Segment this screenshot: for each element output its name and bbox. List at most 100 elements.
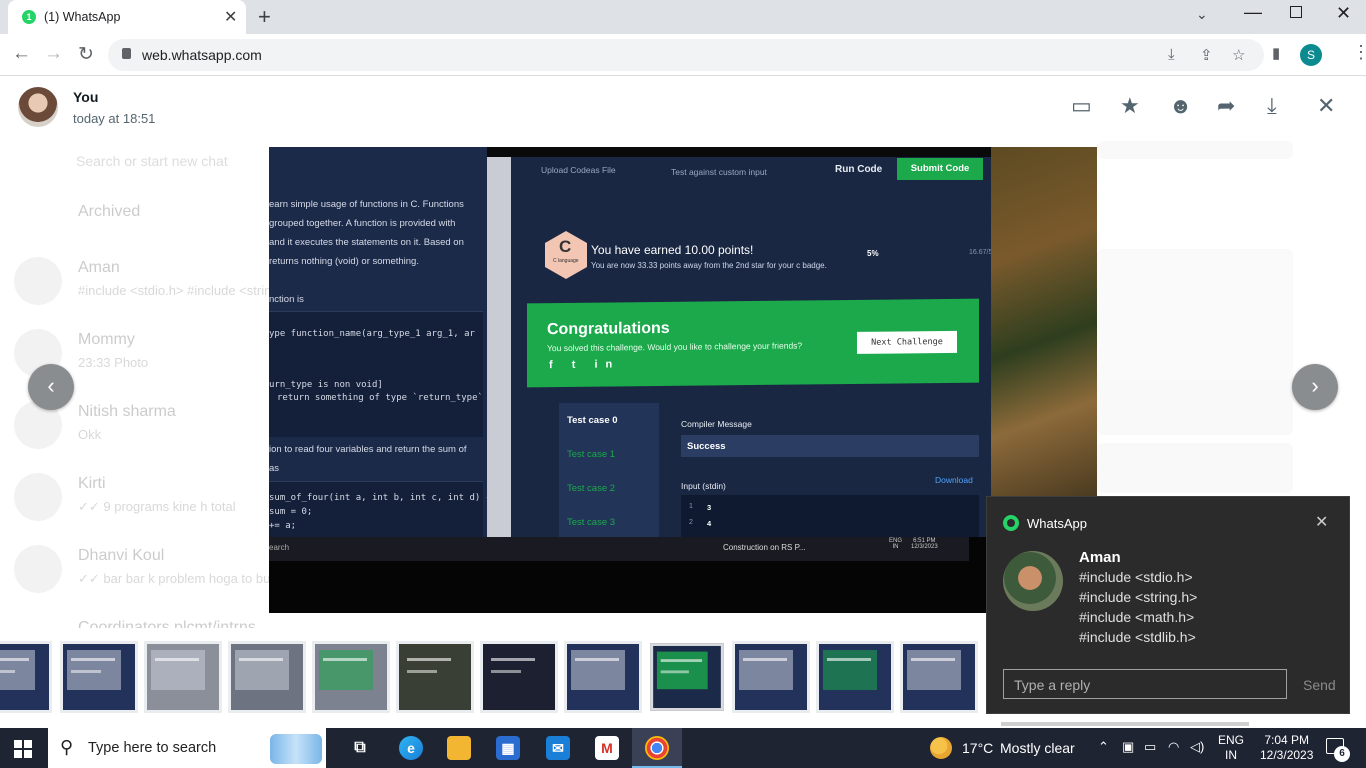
avatar (14, 257, 62, 305)
toast-message-line: #include <math.h> (1079, 609, 1195, 625)
taskbar-search-box[interactable]: ⚲ Type here to search (48, 728, 326, 768)
search-highlight-image[interactable] (270, 734, 322, 764)
photo-testcase: Test case 2 (567, 483, 616, 494)
photo-code: ype function_name(arg_type_1 arg_1, ar (269, 329, 475, 339)
sender-avatar[interactable] (18, 87, 58, 127)
back-arrow-icon[interactable]: ← (12, 43, 31, 65)
media-thumbnail[interactable] (732, 641, 810, 713)
media-thumbnail[interactable] (228, 641, 306, 713)
task-view-icon[interactable]: ⧉ (348, 736, 372, 760)
photo-text: and it executes the statements on it. Ba… (269, 237, 464, 248)
close-icon[interactable]: ✕ (1317, 93, 1335, 119)
photo-code: sum = 0; (269, 507, 313, 517)
previous-media-button[interactable]: ‹ (28, 364, 74, 410)
toast-reply-placeholder: Type a reply (1014, 677, 1091, 693)
forward-icon[interactable]: ➦ (1217, 93, 1235, 119)
photo-congrats-sub: You solved this challenge. Would you lik… (547, 340, 803, 354)
gmail-icon[interactable]: M (595, 736, 619, 760)
chat-name: Dhanvi Koul (78, 547, 165, 564)
avatar (14, 545, 62, 593)
media-thumbnail[interactable] (480, 641, 558, 713)
photo-run-code: Run Code (835, 164, 883, 175)
photo-text: returns nothing (void) or something. (269, 256, 419, 267)
chrome-icon[interactable] (645, 736, 669, 760)
photo-percent: 5% (867, 249, 879, 258)
language-indicator[interactable]: ENG IN (1218, 733, 1244, 763)
photo-success-box: Success (681, 435, 979, 457)
new-tab-button[interactable]: + (258, 4, 271, 30)
bookmark-star-icon[interactable]: ☆ (1232, 46, 1245, 64)
tray-chevron-up-icon[interactable]: ⌃ (1098, 739, 1109, 755)
media-thumbnail[interactable] (60, 641, 138, 713)
toast-scrollbar[interactable] (1001, 722, 1249, 726)
photo-testcase: Test case 0 (567, 415, 618, 426)
toast-reply-input[interactable]: Type a reply (1003, 669, 1287, 699)
tray-device-icon[interactable]: ▣ (1122, 739, 1134, 755)
media-thumbnail[interactable] (396, 641, 474, 713)
photo-scrollbar (487, 157, 511, 537)
media-viewer-header: You today at 18:51 ▭ ★ ☻ ➦ ⤓ ✕ (0, 77, 1366, 137)
photo-submit-code: Submit Code (897, 158, 983, 180)
url-text[interactable]: web.whatsapp.com (142, 47, 262, 63)
address-bar[interactable]: web.whatsapp.com ⤓ ⇪ ☆ (108, 39, 1264, 71)
window-minimize-button[interactable]: — (1244, 2, 1262, 23)
photo-taskbar-news: Construction on RS P... (723, 543, 806, 552)
volume-icon[interactable]: ◁) (1190, 739, 1204, 755)
media-thumbnail[interactable] (816, 641, 894, 713)
weather-temperature[interactable]: 17°C (962, 740, 993, 756)
photo-input-value: 4 (707, 519, 712, 528)
tab-search-chevron-icon[interactable]: ⌄ (1196, 6, 1208, 23)
reload-icon[interactable]: ↻ (78, 43, 94, 66)
chat-name: Nitish sharma (78, 403, 176, 420)
browser-menu-icon[interactable]: ⋮ (1352, 42, 1366, 63)
toast-sender-avatar (1003, 551, 1063, 611)
whatsapp-toast-notification[interactable]: WhatsApp ✕ Aman #include <stdio.h> #incl… (986, 496, 1350, 714)
window-restore-button[interactable] (1290, 6, 1302, 18)
toast-send-button[interactable]: Send (1303, 677, 1336, 693)
battery-icon[interactable]: ▭ (1144, 739, 1156, 755)
profile-avatar[interactable]: S (1300, 44, 1322, 66)
toast-message-line: #include <stdlib.h> (1079, 629, 1196, 645)
media-thumbnail[interactable] (900, 641, 978, 713)
wifi-icon[interactable]: ◠ (1168, 739, 1179, 755)
emoji-icon[interactable]: ☻ (1169, 93, 1192, 119)
next-media-button[interactable]: › (1292, 364, 1338, 410)
star-icon[interactable]: ★ (1120, 93, 1140, 119)
media-thumbnail[interactable] (312, 641, 390, 713)
install-app-icon[interactable]: ⤓ (1168, 46, 1175, 63)
lock-icon[interactable] (122, 48, 131, 59)
media-thumbnail[interactable] (0, 641, 52, 713)
media-thumbnail-selected[interactable] (650, 643, 724, 711)
microsoft-store-icon[interactable]: ▦ (496, 736, 520, 760)
photo-code: += a; (269, 521, 297, 531)
side-panel-icon[interactable]: ▮ (1272, 44, 1280, 62)
language-region: IN (1225, 748, 1237, 762)
mail-icon[interactable]: ✉ (546, 736, 570, 760)
photo-windows-taskbar: earch Construction on RS P... ENG IN 6:5… (269, 537, 969, 561)
photo-taskbar-lang: ENG IN (889, 538, 903, 550)
edge-icon[interactable]: e (399, 736, 423, 760)
clock-time: 7:04 PM (1264, 733, 1310, 747)
file-explorer-icon[interactable] (447, 736, 471, 760)
forward-arrow-icon[interactable]: → (44, 43, 63, 65)
download-icon[interactable]: ⤓ (1267, 93, 1277, 119)
line-number: 2 (689, 519, 693, 526)
browser-tab[interactable]: 1 (1) WhatsApp ✕ (8, 0, 246, 34)
windows-start-icon[interactable] (14, 740, 32, 758)
photo-code: urn_type is non void] (269, 380, 383, 390)
tab-close-icon[interactable]: ✕ (224, 7, 237, 27)
window-close-button[interactable]: ✕ (1336, 3, 1351, 24)
toast-close-icon[interactable]: ✕ (1315, 512, 1328, 532)
taskbar-clock[interactable]: 7:04 PM 12/3/2023 (1260, 733, 1313, 763)
reply-icon[interactable]: ▭ (1071, 93, 1092, 119)
sender-name[interactable]: You (73, 89, 98, 105)
toast-sender-name: Aman (1079, 549, 1121, 566)
share-icon[interactable]: ⇪ (1200, 46, 1213, 64)
weather-description[interactable]: Mostly clear (1000, 740, 1075, 756)
media-thumbnail[interactable] (564, 641, 642, 713)
weather-icon[interactable] (930, 737, 952, 759)
photo-text: nction is (269, 294, 304, 305)
whatsapp-logo-icon (1003, 515, 1019, 531)
media-thumbnail[interactable] (144, 641, 222, 713)
line-number: 1 (689, 503, 693, 510)
